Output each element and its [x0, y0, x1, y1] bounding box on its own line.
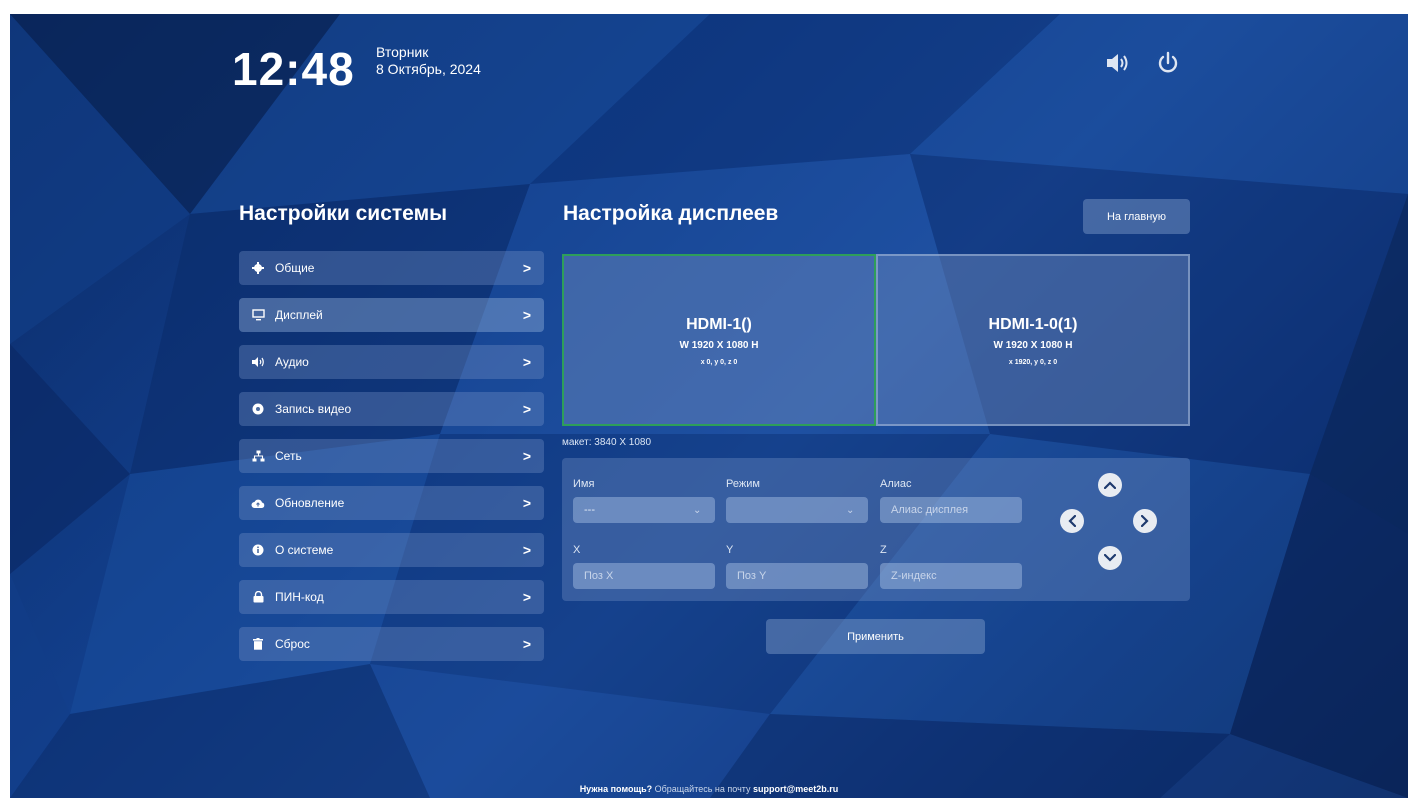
sidebar-item-label: Дисплей	[275, 308, 323, 322]
chevron-right-icon: >	[522, 542, 532, 558]
display-name: HDMI-1()	[686, 316, 752, 333]
name-select[interactable]: --- ⌄	[573, 497, 715, 523]
cloud-upload-icon	[251, 496, 265, 510]
chevron-right-icon: >	[522, 260, 532, 276]
speaker-icon	[251, 355, 265, 369]
y-input[interactable]: Поз Y	[726, 563, 868, 589]
sidebar-item-reset[interactable]: Сброс >	[239, 627, 544, 661]
sidebar-item-label: О системе	[275, 543, 334, 557]
display-card-hdmi-1-0[interactable]: HDMI-1-0(1) W 1920 X 1080 H x 1920, y 0,…	[876, 254, 1190, 426]
move-down-button[interactable]	[1098, 546, 1122, 570]
z-input[interactable]: Z-индекс	[880, 563, 1022, 589]
trash-icon	[251, 637, 265, 651]
sidebar-title: Настройки системы	[239, 202, 448, 225]
clock-time: 12:48	[232, 43, 355, 95]
sidebar-item-update[interactable]: Обновление >	[239, 486, 544, 520]
record-icon	[251, 402, 265, 416]
chevron-down-icon	[1104, 554, 1116, 562]
network-icon	[251, 449, 265, 463]
chevron-right-icon: >	[522, 589, 532, 605]
sidebar-item-label: Запись видео	[275, 402, 352, 416]
support-email-link[interactable]: support@meet2b.ru	[753, 784, 838, 794]
sidebar-item-label: ПИН-код	[275, 590, 324, 604]
app-screen: 12:48 Вторник 8 Октябрь, 2024 Настройки …	[10, 14, 1408, 798]
move-left-button[interactable]	[1060, 509, 1084, 533]
chevron-right-icon: >	[522, 354, 532, 370]
gear-icon	[251, 261, 265, 275]
footer-help-bold: Нужна помощь?	[579, 784, 653, 794]
volume-icon[interactable]	[1104, 50, 1130, 76]
name-select-value: ---	[584, 504, 595, 516]
lock-icon	[251, 590, 265, 604]
sidebar-item-network[interactable]: Сеть >	[239, 439, 544, 473]
sidebar-item-label: Сеть	[275, 449, 302, 463]
chevron-right-icon: >	[522, 307, 532, 323]
sidebar-item-label: Общие	[275, 261, 315, 275]
x-input[interactable]: Поз X	[573, 563, 715, 589]
display-card-hdmi-1[interactable]: HDMI-1() W 1920 X 1080 H x 0, y 0, z 0	[562, 254, 876, 426]
z-label: Z	[880, 544, 887, 556]
chevron-left-icon	[1068, 515, 1076, 527]
footer-help: Нужна помощь? Обращайтесь на почту suppo…	[10, 784, 1408, 794]
home-button[interactable]: На главную	[1083, 199, 1190, 234]
sidebar-item-label: Аудио	[275, 355, 309, 369]
chevron-down-icon: ⌄	[846, 504, 855, 516]
sidebar-item-about[interactable]: О системе >	[239, 533, 544, 567]
date-text: 8 Октябрь, 2024	[376, 61, 481, 77]
monitor-icon	[251, 308, 265, 322]
page-title: Настройка дисплеев	[563, 202, 779, 225]
chevron-right-icon	[1141, 515, 1149, 527]
chevron-up-icon	[1104, 481, 1116, 489]
sidebar-item-video-recording[interactable]: Запись видео >	[239, 392, 544, 426]
chevron-right-icon: >	[522, 448, 532, 464]
weekday: Вторник	[376, 44, 429, 60]
date-block: Вторник 8 Октябрь, 2024	[376, 44, 481, 78]
name-label: Имя	[573, 478, 595, 490]
move-up-button[interactable]	[1098, 473, 1122, 497]
sidebar-item-pin[interactable]: ПИН-код >	[239, 580, 544, 614]
sidebar-item-display[interactable]: Дисплей >	[239, 298, 544, 332]
power-icon[interactable]	[1155, 50, 1181, 76]
layout-size-label: макет: 3840 X 1080	[562, 437, 652, 448]
chevron-right-icon: >	[522, 636, 532, 652]
move-right-button[interactable]	[1133, 509, 1157, 533]
footer-help-text: Обращайтесь на почту	[652, 784, 753, 794]
alias-input[interactable]: Алиас дисплея	[880, 497, 1022, 523]
mode-select[interactable]: ⌄	[726, 497, 868, 523]
display-resolution: W 1920 X 1080 H	[679, 340, 759, 351]
x-label: X	[573, 544, 581, 556]
display-position: x 1920, y 0, z 0	[1008, 359, 1058, 366]
alias-label: Алиас	[880, 478, 912, 490]
sidebar-item-label: Обновление	[275, 496, 345, 510]
sidebar-item-general[interactable]: Общие >	[239, 251, 544, 285]
info-icon	[251, 543, 265, 557]
apply-button[interactable]: Применить	[766, 619, 985, 654]
chevron-down-icon: ⌄	[693, 504, 702, 516]
sidebar-item-audio[interactable]: Аудио >	[239, 345, 544, 379]
display-name: HDMI-1-0(1)	[988, 316, 1078, 333]
chevron-right-icon: >	[522, 401, 532, 417]
sidebar-item-label: Сброс	[275, 637, 310, 651]
display-position: x 0, y 0, z 0	[700, 359, 738, 366]
display-settings-form: Имя --- ⌄ Режим ⌄ Алиас Алиас дисплея X …	[562, 458, 1190, 601]
chevron-right-icon: >	[522, 495, 532, 511]
display-resolution: W 1920 X 1080 H	[993, 340, 1073, 351]
y-label: Y	[726, 544, 734, 556]
mode-label: Режим	[726, 478, 760, 490]
